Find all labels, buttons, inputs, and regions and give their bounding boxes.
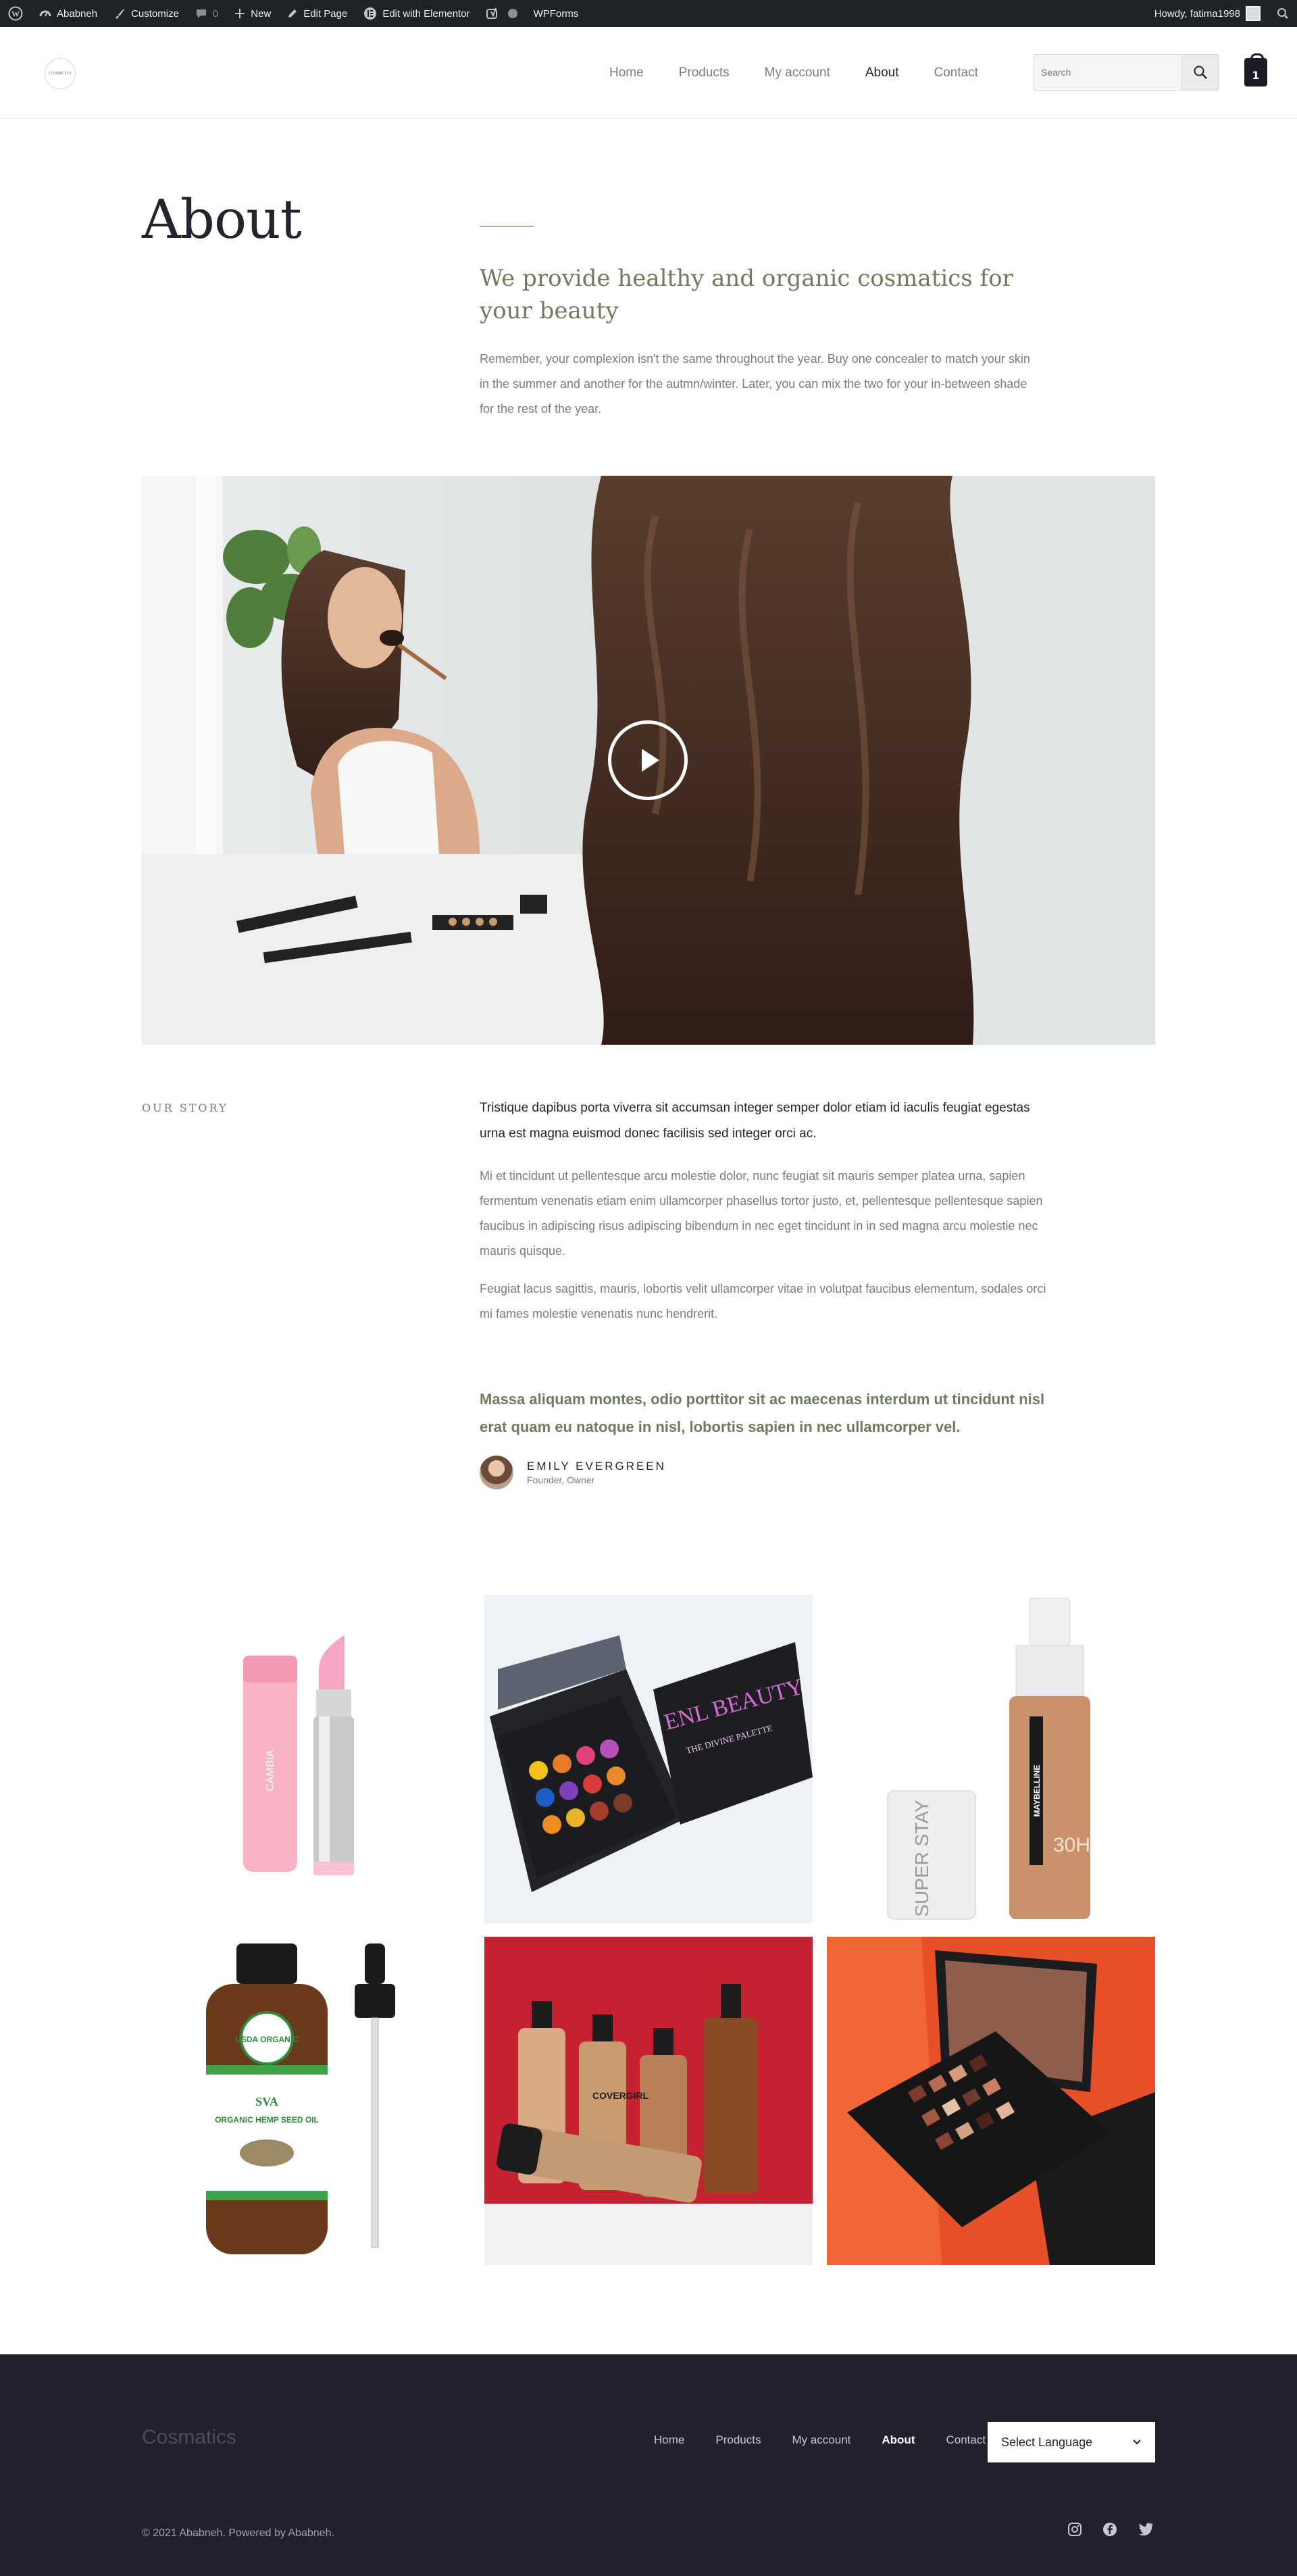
page-title: About — [142, 188, 302, 251]
nav-contact[interactable]: Contact — [934, 66, 977, 80]
gallery-image-hemp-oil[interactable]: USDA ORGANIC SVA ORGANIC HEMP SEED OIL — [142, 1937, 470, 2265]
palette-image: ENL BEAUTY THE DIVINE PALETTE — [484, 1595, 813, 1923]
comment-icon — [196, 9, 206, 18]
footer-nav-products[interactable]: Products — [715, 2433, 761, 2447]
intro-heading: We provide healthy and organic cosmatics… — [480, 265, 1013, 324]
footer-nav-about[interactable]: About — [882, 2433, 915, 2447]
foundation-image: MAYBELLINE 30H SUPER STAY — [887, 1597, 1090, 1920]
author-role: Founder, Owner — [527, 1475, 595, 1485]
copyright-text: © 2021 Ababneh. Powered by Ababneh. — [142, 2527, 334, 2539]
footer-nav-my-account[interactable]: My account — [792, 2433, 850, 2447]
admin-greeting: Howdy, fatima1998 — [1154, 7, 1240, 20]
yoast-menu[interactable] — [478, 0, 526, 27]
site-header: COSMETIX Home Products My account About … — [0, 27, 1297, 119]
oil-label-text: ORGANIC HEMP SEED OIL — [215, 2115, 319, 2125]
about-video[interactable] — [142, 476, 1155, 1045]
wpforms-label: WPForms — [533, 7, 579, 20]
wordpress-logo-button[interactable]: W — [0, 0, 31, 27]
brush-icon — [116, 9, 125, 19]
foundation-hours-text: 30H — [1053, 1834, 1090, 1856]
nav-my-account[interactable]: My account — [765, 66, 830, 80]
gallery-image-dark-palette[interactable] — [827, 1937, 1155, 2265]
site-footer: Cosmatics Home Products My account About… — [0, 2354, 1297, 2576]
language-select[interactable]: Select Language — [988, 2422, 1155, 2462]
foundations-image: COVERGIRL — [484, 1937, 813, 2265]
footer-nav-home[interactable]: Home — [654, 2433, 684, 2447]
admin-bar: W Ababneh Customize 0 New Edit Page Edit… — [0, 0, 1297, 27]
gallery-image-foundations[interactable]: COVERGIRL — [484, 1937, 813, 2265]
comments-link[interactable]: 0 — [187, 0, 226, 27]
superstay-text: SUPER STAY — [911, 1800, 932, 1917]
covergirl-text: COVERGIRL — [592, 2090, 649, 2101]
gallery-image-lipstick[interactable]: CAMBIA — [142, 1595, 470, 1923]
pencil-icon — [288, 9, 297, 18]
nav-about[interactable]: About — [865, 66, 899, 80]
oil-badge-text: USDA ORGANIC — [235, 2035, 299, 2044]
search-button[interactable] — [1182, 54, 1219, 91]
search-input[interactable] — [1034, 54, 1182, 91]
story-lead: Tristique dapibus porta viverra sit accu… — [480, 1101, 1030, 1141]
lipstick-brand-text: CAMBIA — [265, 1750, 276, 1791]
admin-search-button[interactable] — [1269, 0, 1297, 27]
header-search — [1034, 54, 1219, 91]
nav-home[interactable]: Home — [609, 66, 644, 80]
customize-link[interactable]: Customize — [105, 0, 187, 27]
story-paragraph-2: Feugiat lacus sagittis, mauris, lobortis… — [480, 1282, 1046, 1320]
cart-count: 1 — [1252, 68, 1260, 82]
quote-author: EMILY EVERGREEN Founder, Owner — [480, 1456, 666, 1489]
play-button[interactable] — [608, 720, 688, 800]
footer-brand[interactable]: Cosmatics — [142, 2426, 236, 2449]
my-account-menu[interactable]: Howdy, fatima1998 — [1146, 0, 1269, 27]
wordpress-icon: W — [8, 6, 23, 21]
gallery-image-eyeshadow-palette[interactable]: ENL BEAUTY THE DIVINE PALETTE — [484, 1595, 813, 1923]
site-logo[interactable]: COSMETIX — [45, 58, 76, 89]
dashboard-icon — [39, 10, 51, 17]
wpforms-link[interactable]: WPForms — [526, 0, 587, 27]
instagram-icon[interactable] — [1067, 2522, 1082, 2537]
twitter-icon[interactable] — [1138, 2523, 1154, 2536]
new-content-link[interactable]: New — [226, 0, 279, 27]
svg-text:W: W — [11, 9, 20, 19]
hemp-oil-image: USDA ORGANIC SVA ORGANIC HEMP SEED OIL — [206, 1943, 395, 2254]
comments-count: 0 — [212, 7, 219, 20]
gallery-image-foundation[interactable]: MAYBELLINE 30H SUPER STAY — [827, 1595, 1155, 1923]
product-gallery: CAMBIA ENL BEAUTY THE DIVINE PALETTE MAY… — [142, 1595, 1155, 2265]
foundation-brand-text: MAYBELLINE — [1032, 1765, 1042, 1817]
new-label: New — [251, 7, 272, 20]
founder-quote: Massa aliquam montes, odio porttitor sit… — [480, 1391, 1045, 1435]
play-icon — [642, 749, 659, 772]
lipstick-image: CAMBIA — [243, 1635, 354, 1875]
nav-products[interactable]: Products — [679, 66, 730, 80]
main-nav: Home Products My account About Contact — [609, 27, 978, 119]
cart-button[interactable]: 1 — [1244, 53, 1267, 86]
chevron-down-icon — [1133, 2439, 1141, 2445]
site-name-label: Ababneh — [57, 7, 98, 20]
edit-page-link[interactable]: Edit Page — [279, 0, 355, 27]
social-links — [1067, 2522, 1154, 2537]
edit-elementor-link[interactable]: Edit with Elementor — [355, 0, 478, 27]
story-label: OUR STORY — [142, 1101, 228, 1114]
site-name-link[interactable]: Ababneh — [31, 0, 105, 27]
story-paragraph-1: Mi et tincidunt ut pellentesque arcu mol… — [480, 1169, 1043, 1258]
seo-status-dot — [507, 9, 517, 18]
yoast-icon — [486, 7, 497, 19]
edit-elementor-label: Edit with Elementor — [382, 7, 470, 20]
author-name: EMILY EVERGREEN — [527, 1460, 666, 1472]
dark-palette-image — [827, 1937, 1155, 2265]
oil-brand-text: SVA — [255, 2095, 278, 2108]
accent-divider — [480, 226, 534, 227]
elementor-icon — [364, 7, 377, 20]
edit-page-label: Edit Page — [303, 7, 348, 20]
author-avatar — [480, 1456, 513, 1489]
intro-text: Remember, your complexion isn't the same… — [480, 352, 1030, 416]
facebook-icon[interactable] — [1102, 2522, 1117, 2537]
search-icon — [1194, 66, 1207, 79]
customize-label: Customize — [131, 7, 179, 20]
search-icon — [1277, 8, 1288, 19]
footer-nav-contact[interactable]: Contact — [946, 2433, 986, 2447]
footer-nav: Home Products My account About Contact — [654, 2426, 986, 2454]
plus-icon — [235, 9, 245, 18]
language-select-value: Select Language — [1001, 2435, 1093, 2449]
admin-avatar — [1246, 6, 1261, 21]
